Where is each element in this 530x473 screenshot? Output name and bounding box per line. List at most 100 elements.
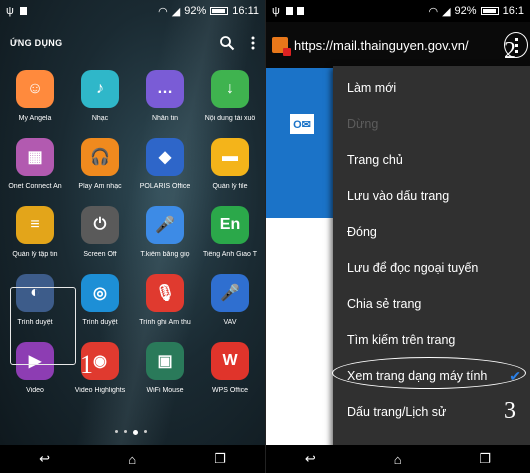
desktop-view-annotation <box>332 357 526 389</box>
app-icon-item[interactable]: 🎤 VAV <box>199 270 261 338</box>
app-icon-item[interactable]: En Tiếng Anh Giao T <box>199 202 261 270</box>
search-icon[interactable] <box>219 35 235 51</box>
app-label: Nội dung tải xuố <box>204 115 256 122</box>
annotation-2: 2 <box>504 38 516 64</box>
app-label: WiFi Mouse <box>146 387 184 394</box>
menu-item[interactable]: Dấu trang/Lịch sử <box>333 394 530 430</box>
menu-item[interactable]: Trang chủ <box>333 142 530 178</box>
app-icon-item[interactable]: 🎤 T.kiếm bằng giọ <box>134 202 196 270</box>
back-icon[interactable]: ↩ <box>39 451 50 467</box>
apps-title: ỨNG DỤNG <box>10 38 63 48</box>
home-icon[interactable]: ⌂ <box>394 452 402 467</box>
usb-icon: ψ <box>6 5 14 17</box>
app-icon-item[interactable]: ♪ Nhạc <box>69 66 131 134</box>
home-icon[interactable]: ⌂ <box>128 452 136 467</box>
menu-item-label: Làm mới <box>347 81 397 95</box>
menu-item[interactable]: Lưu vào dấu trang <box>333 178 530 214</box>
app-label: Trình ghi Âm thu <box>139 319 191 326</box>
app-label: Play Âm nhạc <box>78 183 122 190</box>
app-icon-item[interactable]: ◆ POLARIS Office <box>134 134 196 202</box>
app-label: WPS Office <box>211 387 249 394</box>
app-label: VAV <box>223 319 237 326</box>
app-label: Nhạc <box>91 115 109 122</box>
app-icon-item[interactable]: ▦ Onet Connect An <box>4 134 66 202</box>
back-icon[interactable]: ↩ <box>305 451 316 467</box>
app-icon-item[interactable]: ▬ Quản lý file <box>199 134 261 202</box>
recents-icon[interactable]: ❐ <box>214 451 226 467</box>
menu-item[interactable]: Tìm kiếm trên trang <box>333 322 530 358</box>
notification-icon <box>285 7 293 15</box>
overflow-menu-icon[interactable] <box>251 36 255 50</box>
menu-item: Dừng <box>333 106 530 142</box>
signal-icon: ◢ <box>442 5 451 18</box>
outlook-icon: O✉ <box>290 114 314 134</box>
signal-icon: ◢ <box>171 5 181 18</box>
app-icon-item[interactable]: ◎ Trình duyệt <box>69 270 131 338</box>
app-label: Quản lý file <box>212 183 248 190</box>
app-label: Trình duyệt <box>82 319 118 326</box>
recents-icon[interactable]: ❐ <box>479 451 491 467</box>
app-icon-item[interactable]: ⏻ Screen Off <box>69 202 131 270</box>
usb-icon: ψ <box>272 5 280 17</box>
app-icon-item[interactable]: ≡ Quản lý tập tin <box>4 202 66 270</box>
app-label: Quản lý tập tin <box>12 251 58 258</box>
menu-item-label: Chia sẻ trang <box>347 297 422 311</box>
app-icon[interactable]: ▣ <box>146 342 184 380</box>
battery-icon <box>210 7 229 15</box>
app-icon[interactable]: ↓ <box>211 70 249 108</box>
app-label: T.kiếm bằng giọ <box>140 251 190 258</box>
status-bar: ψ ◠ ◢ 92% 16:11 <box>0 0 265 22</box>
app-icon[interactable]: ⏻ <box>81 206 119 244</box>
battery-percent: 92% <box>184 5 207 17</box>
menu-item[interactable]: Lưu để đọc ngoại tuyến <box>333 250 530 286</box>
app-icon-item[interactable]: ☺ My Angela <box>4 66 66 134</box>
app-icon[interactable]: ◎ <box>81 274 119 312</box>
app-icon-item[interactable]: … Nhắn tin <box>134 66 196 134</box>
apps-header: ỨNG DỤNG <box>0 30 265 56</box>
app-icon-item[interactable]: 🎙 Trình ghi Âm thu <box>134 270 196 338</box>
app-icon[interactable]: 🎙 <box>146 274 184 312</box>
app-icon[interactable]: ☺ <box>16 70 54 108</box>
app-icon[interactable]: … <box>146 70 184 108</box>
app-icon[interactable]: 🎤 <box>146 206 184 244</box>
menu-item[interactable]: Đóng <box>333 214 530 250</box>
browser-screen: ψ ◠ ◢ 92% 16:1 https://mail.thainguyen.g… <box>265 0 530 473</box>
app-icon[interactable]: 🎧 <box>81 138 119 176</box>
app-label: My Angela <box>18 115 52 122</box>
notification-icon <box>296 7 304 15</box>
status-bar: ψ ◠ ◢ 92% 16:1 <box>266 0 530 22</box>
page-indicator <box>115 430 147 435</box>
app-label: POLARIS Office <box>139 183 191 190</box>
annotation-3: 3 <box>504 398 516 424</box>
app-icon[interactable]: ▬ <box>211 138 249 176</box>
notification-icon <box>19 7 27 15</box>
app-icon-item[interactable]: 🎧 Play Âm nhạc <box>69 134 131 202</box>
app-label: Video Highlights <box>74 387 126 394</box>
app-label: Tiếng Anh Giao T <box>202 251 258 258</box>
app-label: Nhắn tin <box>151 115 179 122</box>
nav-bar: ↩ ⌂ ❐ <box>0 445 265 473</box>
app-icon[interactable]: En <box>211 206 249 244</box>
app-icon[interactable]: ♪ <box>81 70 119 108</box>
annotation-1: 1 <box>80 350 93 379</box>
app-icon[interactable]: ≡ <box>16 206 54 244</box>
app-icon[interactable]: ◆ <box>146 138 184 176</box>
app-icon[interactable]: 🎤 <box>211 274 249 312</box>
app-icon-item[interactable]: ◉ Video Highlights <box>69 338 131 406</box>
app-icon[interactable]: ▦ <box>16 138 54 176</box>
battery-percent: 92% <box>454 5 477 17</box>
menu-item-label: Trang chủ <box>347 153 403 167</box>
url-text[interactable]: https://mail.thainguyen.gov.vn/ <box>294 38 469 53</box>
app-label: Screen Off <box>83 251 117 258</box>
app-label: Video <box>26 387 44 394</box>
app-icon-item[interactable]: W WPS Office <box>199 338 261 406</box>
url-bar[interactable]: https://mail.thainguyen.gov.vn/ <box>266 22 530 68</box>
app-icon-item[interactable]: ▣ WiFi Mouse <box>134 338 196 406</box>
menu-item[interactable]: Chia sẻ trang <box>333 286 530 322</box>
nav-bar: ↩ ⌂ ❐ <box>266 445 530 473</box>
app-icon[interactable]: W <box>211 342 249 380</box>
menu-item-label: Dừng <box>347 117 379 131</box>
app-icon-item[interactable]: ↓ Nội dung tải xuố <box>199 66 261 134</box>
webpage-banner <box>266 68 338 218</box>
menu-item[interactable]: Làm mới <box>333 70 530 106</box>
